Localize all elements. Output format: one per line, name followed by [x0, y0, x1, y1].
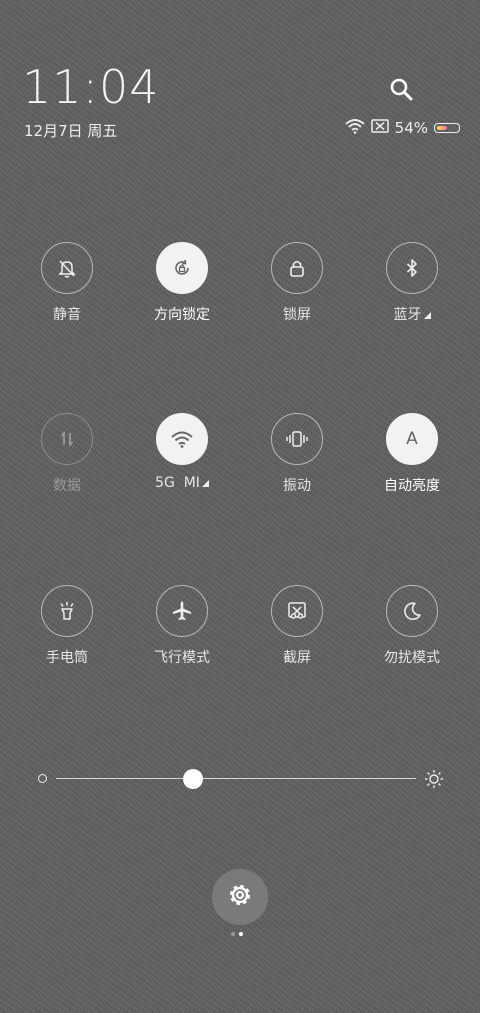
- tile-auto-brightness[interactable]: A 自动亮度: [357, 413, 467, 495]
- screenshot-icon[interactable]: [271, 585, 323, 637]
- brightness-slider-track[interactable]: [56, 778, 416, 779]
- tile-label: 截屏: [283, 650, 311, 666]
- tile-label: 振动: [283, 478, 311, 494]
- battery-percent: 54%: [394, 119, 428, 137]
- auto-brightness-glyph: A: [406, 429, 418, 449]
- tile-flashlight[interactable]: 手电筒: [12, 585, 122, 667]
- gear-icon: [226, 881, 254, 913]
- no-sim-icon: [370, 119, 389, 137]
- wifi-signal-icon: [345, 118, 365, 138]
- tile-label: 静音: [53, 307, 81, 323]
- expand-triangle-icon[interactable]: [201, 479, 209, 487]
- tile-label: 数据: [53, 478, 81, 494]
- tile-label: 5G MI: [155, 475, 200, 491]
- search-icon[interactable]: [388, 76, 416, 104]
- tile-screenshot[interactable]: 截屏: [242, 585, 352, 667]
- vibrate-icon[interactable]: [271, 413, 323, 465]
- tile-bluetooth[interactable]: 蓝牙: [357, 242, 467, 324]
- moon-icon[interactable]: [386, 585, 438, 637]
- tile-airplane[interactable]: 飞行模式: [127, 585, 237, 667]
- tile-label: 蓝牙: [393, 307, 422, 323]
- page-dot: [239, 932, 243, 936]
- tile-label-row: 5G MI: [127, 475, 237, 491]
- bell-off-icon[interactable]: [41, 242, 93, 294]
- rotation-lock-icon[interactable]: [156, 242, 208, 294]
- tile-label: 飞行模式: [154, 650, 210, 666]
- tile-do-not-disturb[interactable]: 勿扰模式: [357, 585, 467, 667]
- tile-mobile-data[interactable]: 数据: [12, 413, 122, 495]
- page-dot: [231, 932, 235, 936]
- date: 12月7日 周五: [24, 122, 118, 140]
- tile-label: 锁屏: [283, 307, 311, 323]
- brightness-high-icon: [424, 769, 444, 793]
- tile-silent[interactable]: 静音: [12, 242, 122, 324]
- flashlight-icon[interactable]: [41, 585, 93, 637]
- tile-label: 自动亮度: [384, 478, 440, 494]
- airplane-icon[interactable]: [156, 585, 208, 637]
- bluetooth-icon[interactable]: [386, 242, 438, 294]
- lock-icon[interactable]: [271, 242, 323, 294]
- mobile-data-icon[interactable]: [41, 413, 93, 465]
- status-bar: 54%: [345, 118, 460, 138]
- brightness-low-icon: [38, 774, 47, 783]
- tile-wifi[interactable]: 5G MI: [127, 413, 237, 491]
- tile-label: 勿扰模式: [384, 650, 440, 666]
- clock: 11:04: [22, 60, 160, 114]
- expand-triangle-icon[interactable]: [423, 311, 431, 319]
- tile-label-row: 蓝牙: [357, 304, 467, 324]
- battery-icon: [434, 123, 460, 133]
- tile-vibrate[interactable]: 振动: [242, 413, 352, 495]
- brightness-slider-thumb[interactable]: [182, 769, 203, 789]
- page-indicator: [231, 932, 243, 936]
- wifi-icon[interactable]: [156, 413, 208, 465]
- settings-button[interactable]: [212, 869, 268, 925]
- auto-brightness-icon[interactable]: A: [386, 413, 438, 465]
- tile-lock-screen[interactable]: 锁屏: [242, 242, 352, 324]
- tile-label: 方向锁定: [154, 307, 210, 323]
- tile-rotation-lock[interactable]: 方向锁定: [127, 242, 237, 324]
- tile-label: 手电筒: [46, 650, 88, 666]
